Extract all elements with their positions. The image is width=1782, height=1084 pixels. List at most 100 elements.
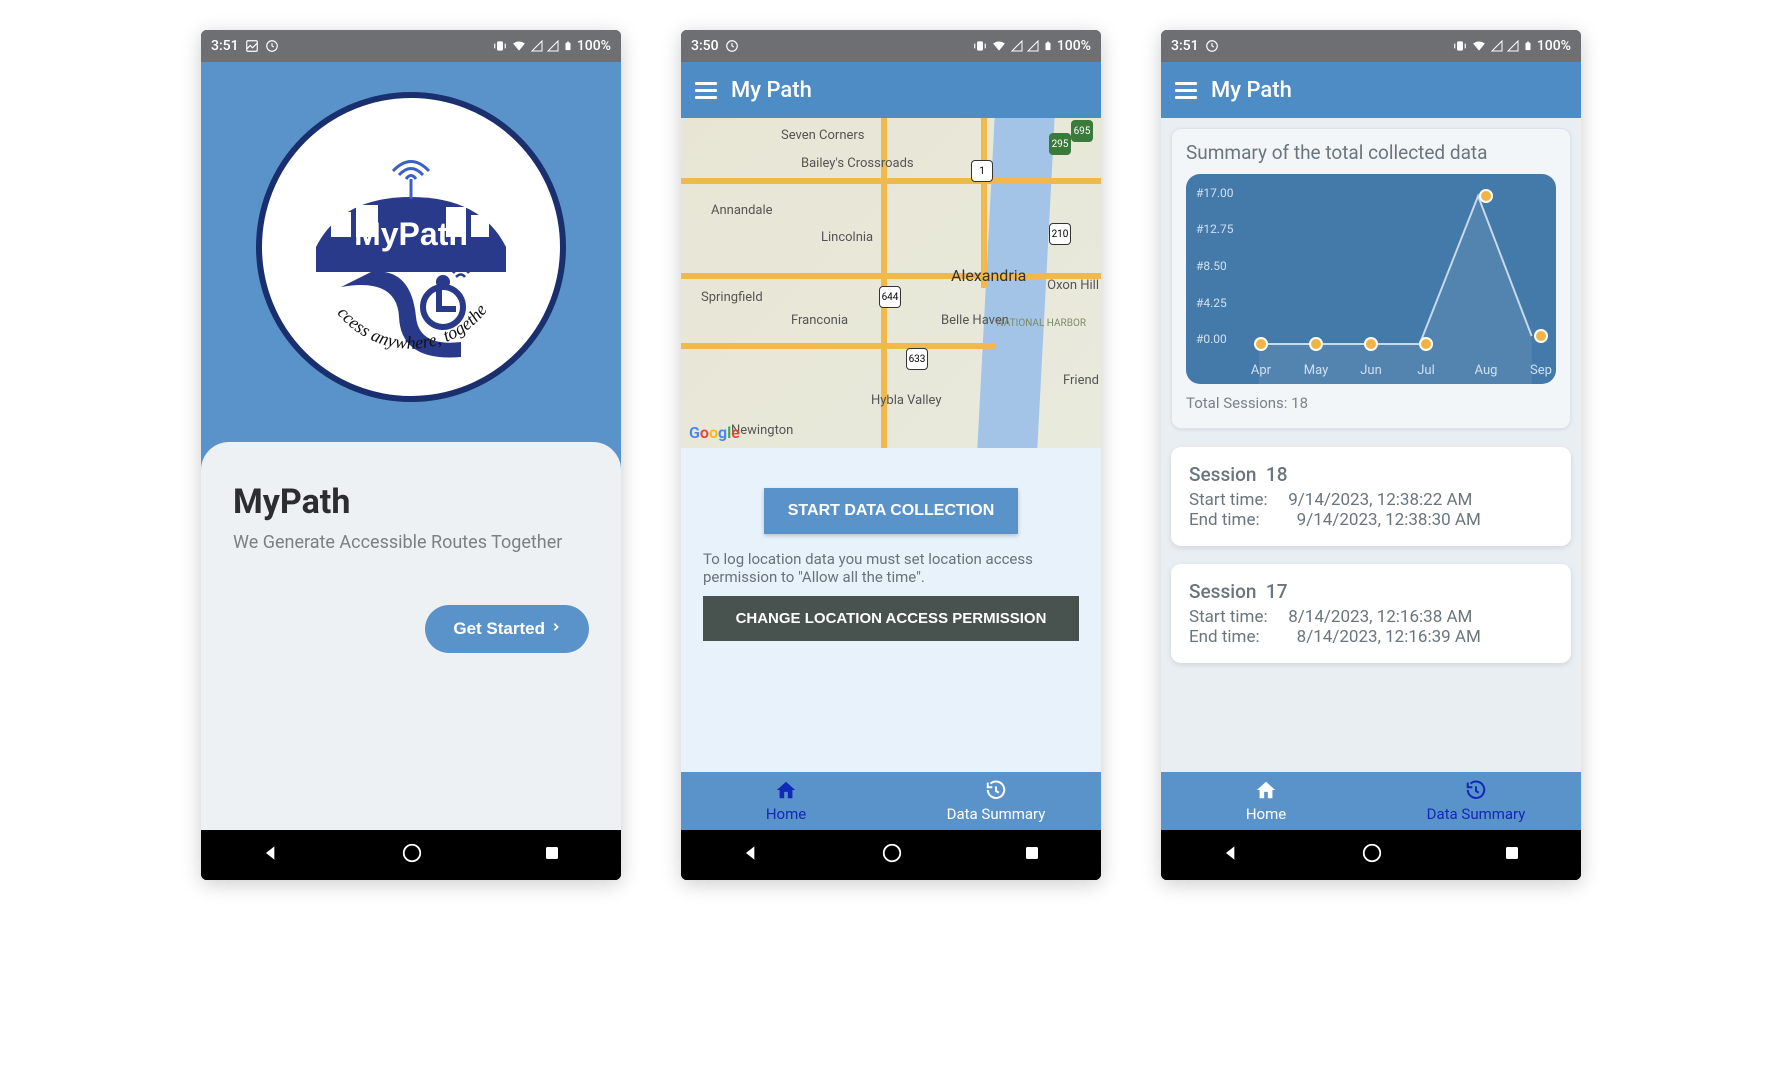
app-header: My Path [1161, 62, 1581, 118]
chart-point [1364, 337, 1378, 351]
map-view[interactable]: 1 644 633 210 295 695 Seven Corners Bail… [681, 118, 1101, 448]
logo-container: MyPath Access anywhere, together [201, 62, 621, 402]
route-shield: 1 [971, 160, 993, 182]
battery-pct: 100% [1057, 38, 1091, 54]
android-nav-bar [201, 830, 621, 880]
battery-pct: 100% [577, 38, 611, 54]
summary-body: Summary of the total collected data #17.… [1161, 118, 1581, 772]
history-icon [1464, 779, 1488, 805]
tab-summary-label: Data Summary [1427, 805, 1526, 823]
phone-welcome: 3:51 100% [201, 30, 621, 880]
menu-icon[interactable] [695, 82, 717, 99]
end-label: End time: [1189, 510, 1284, 530]
tab-summary-label: Data Summary [947, 805, 1046, 823]
status-bar: 3:51 100% [1161, 30, 1581, 62]
battery-pct: 100% [1537, 38, 1571, 54]
nav-recent-icon[interactable] [1503, 844, 1521, 866]
change-permission-button[interactable]: CHANGE LOCATION ACCESS PERMISSION [703, 596, 1079, 641]
nav-recent-icon[interactable] [1023, 844, 1041, 866]
tab-data-summary[interactable]: Data Summary [1371, 772, 1581, 830]
y-tick: #4.25 [1196, 296, 1227, 310]
app-header: My Path [681, 62, 1101, 118]
chart-point [1254, 337, 1268, 351]
x-tick: Apr [1251, 363, 1271, 378]
image-icon [245, 39, 259, 53]
wifi-icon [991, 39, 1007, 53]
battery-icon [1043, 39, 1053, 53]
chart-point [1309, 337, 1323, 351]
status-bar: 3:50 100% [681, 30, 1101, 62]
tab-home-label: Home [1246, 805, 1286, 823]
welcome-screen: MyPath Access anywhere, together MyPath … [201, 62, 621, 830]
bottom-tabs: Home Data Summary [681, 772, 1101, 830]
tab-data-summary[interactable]: Data Summary [891, 772, 1101, 830]
get-started-button[interactable]: Get Started [425, 605, 589, 653]
start-label: Start time: [1189, 490, 1284, 510]
signal-1-icon [531, 40, 543, 52]
start-label: Start time: [1189, 607, 1284, 627]
summary-card: Summary of the total collected data #17.… [1171, 128, 1571, 429]
nav-recent-icon[interactable] [543, 844, 561, 866]
nav-back-icon[interactable] [1221, 843, 1241, 867]
y-tick: #17.00 [1196, 186, 1234, 200]
session-number: 18 [1266, 463, 1288, 486]
signal-2-icon [547, 40, 559, 52]
phone-summary: 3:51 100% My Path Summary of the total c… [1161, 30, 1581, 880]
battery-icon [1523, 39, 1533, 53]
map-place: Seven Corners [781, 128, 865, 143]
menu-icon[interactable] [1175, 82, 1197, 99]
route-shield: 295 [1049, 133, 1071, 155]
permission-help-text: To log location data you must set locati… [703, 550, 1079, 586]
session-card[interactable]: Session 17 Start time: 8/14/2023, 12:16:… [1171, 564, 1571, 663]
sync-icon [725, 39, 739, 53]
bottom-tabs: Home Data Summary [1161, 772, 1581, 830]
signal-2-icon [1507, 40, 1519, 52]
nav-home-icon[interactable] [401, 842, 423, 868]
wifi-icon [511, 39, 527, 53]
total-sessions: Total Sessions: 18 [1186, 394, 1556, 412]
status-time: 3:51 [1171, 38, 1199, 54]
summary-title: Summary of the total collected data [1186, 141, 1556, 164]
session-start: 9/14/2023, 12:38:22 AM [1288, 490, 1472, 510]
map-place: Newington [731, 423, 793, 438]
app-name: MyPath [233, 482, 589, 522]
route-shield: 695 [1071, 120, 1093, 142]
tab-home-label: Home [766, 805, 806, 823]
x-tick: Jul [1417, 363, 1435, 378]
start-collection-button[interactable]: START DATA COLLECTION [764, 488, 1019, 534]
session-end: 8/14/2023, 12:16:39 AM [1297, 627, 1481, 647]
tab-home[interactable]: Home [1161, 772, 1371, 830]
map-place: Oxon Hill [1047, 278, 1099, 293]
signal-2-icon [1027, 40, 1039, 52]
nav-home-icon[interactable] [1361, 842, 1383, 868]
map-place: Franconia [791, 313, 848, 328]
header-title: My Path [1211, 78, 1292, 103]
svg-text:MyPath: MyPath [354, 216, 468, 252]
status-time: 3:50 [691, 38, 719, 54]
nav-home-icon[interactable] [881, 842, 903, 868]
nav-back-icon[interactable] [741, 843, 761, 867]
welcome-card: MyPath We Generate Accessible Routes Tog… [201, 442, 621, 830]
app-subtitle: We Generate Accessible Routes Together [233, 530, 589, 555]
map-place: Bailey's Crossroads [801, 156, 914, 171]
home-body: 1 644 633 210 295 695 Seven Corners Bail… [681, 118, 1101, 772]
app-logo: MyPath Access anywhere, together [256, 92, 566, 402]
session-end: 9/14/2023, 12:38:30 AM [1297, 510, 1481, 530]
vibrate-icon [973, 39, 987, 53]
home-icon [774, 779, 798, 805]
map-place: Springfield [701, 290, 763, 305]
nav-back-icon[interactable] [261, 843, 281, 867]
end-label: End time: [1189, 627, 1284, 647]
status-time: 3:51 [211, 38, 239, 54]
chart-point [1534, 329, 1548, 343]
x-tick: Aug [1475, 363, 1498, 378]
tab-home[interactable]: Home [681, 772, 891, 830]
x-tick: May [1304, 363, 1328, 378]
x-tick: Sep [1530, 363, 1552, 378]
vibrate-icon [1453, 39, 1467, 53]
route-shield: 210 [1049, 223, 1071, 245]
session-card[interactable]: Session 18 Start time: 9/14/2023, 12:38:… [1171, 447, 1571, 546]
map-place: Annandale [711, 203, 773, 218]
phone-home: 3:50 100% My Path 1 644 633 210 295 [681, 30, 1101, 880]
map-place: Hybla Valley [871, 393, 942, 408]
